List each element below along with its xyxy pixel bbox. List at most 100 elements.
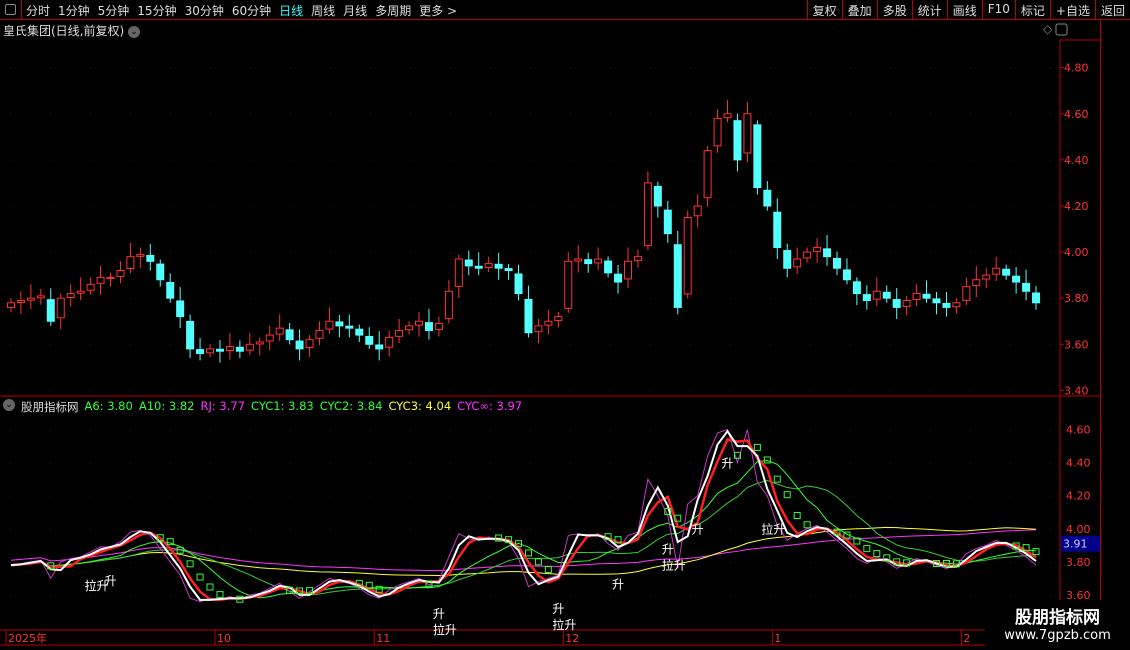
grid-dot [330, 159, 331, 161]
grid-dot [90, 113, 91, 115]
grid-dot [170, 113, 171, 115]
grid-dot [1050, 344, 1051, 346]
grid-dot [330, 390, 331, 392]
grid-dot [850, 205, 851, 207]
grid-dot [410, 159, 411, 161]
grid-dot [250, 67, 251, 69]
grid-dot [650, 594, 651, 596]
grid-dot [650, 344, 651, 346]
candle-body [623, 260, 632, 280]
grid-dot [490, 462, 491, 464]
candle-body [375, 344, 384, 350]
grid-dot [530, 344, 531, 346]
candle-body [255, 341, 264, 345]
grid-dot [170, 159, 171, 161]
grid-dot [330, 67, 331, 69]
grid-dot [610, 67, 611, 69]
grid-dot [690, 495, 691, 497]
grid-dot [170, 495, 171, 497]
grid-dot [730, 344, 731, 346]
grid-dot [770, 67, 771, 69]
grid-dot [850, 252, 851, 254]
candle-body [862, 294, 871, 301]
grid-dot [890, 528, 891, 530]
grid-dot [810, 205, 811, 207]
grid-dot [210, 495, 211, 497]
grid-dot [1050, 67, 1051, 69]
grid-dot [370, 495, 371, 497]
grid-dot [610, 344, 611, 346]
price-tick-label: 4.40 [1064, 154, 1089, 167]
candle-body [673, 244, 682, 308]
candle-body [235, 346, 244, 352]
candle-body [444, 290, 453, 320]
signal-label: 拉升 [433, 622, 457, 637]
grid-dot [250, 252, 251, 254]
grid-dot [10, 462, 11, 464]
grid-dot [250, 528, 251, 530]
grid-dot [530, 390, 531, 392]
grid-dot [250, 298, 251, 300]
grid-dot [610, 252, 611, 254]
candle-body [514, 273, 523, 295]
grid-dot [210, 462, 211, 464]
grid-dot [570, 205, 571, 207]
grid-dot [170, 205, 171, 207]
grid-dot [890, 252, 891, 254]
grid-dot [410, 594, 411, 596]
candle-body [544, 320, 553, 326]
grid-dot [730, 252, 731, 254]
grid-dot [330, 252, 331, 254]
kline-chart[interactable]: ◇3.403.603.804.004.204.404.604.803.603.8… [0, 0, 1100, 650]
candle-body [355, 328, 364, 336]
grid-dot [50, 113, 51, 115]
grid-dot [330, 205, 331, 207]
grid-dot [810, 344, 811, 346]
grid-dot [90, 252, 91, 254]
grid-dot [650, 495, 651, 497]
signal-label: 升 [722, 457, 734, 471]
candle-body [922, 293, 931, 299]
right-panel-edge [1100, 20, 1130, 630]
candle-body [295, 340, 304, 350]
grid-dot [530, 67, 531, 69]
date-label: 10 [217, 632, 231, 645]
grid-dot [530, 594, 531, 596]
grid-dot [290, 429, 291, 431]
candle-body [156, 263, 165, 281]
rj-line [10, 428, 1037, 603]
grid-dot [330, 344, 331, 346]
grid-dot [50, 205, 51, 207]
signal-box [186, 560, 194, 568]
price-tick-label: 4.80 [1064, 62, 1089, 75]
grid-dot [370, 298, 371, 300]
grid-dot [850, 298, 851, 300]
grid-dot [370, 429, 371, 431]
candle-body [215, 348, 224, 352]
grid-dot [1010, 252, 1011, 254]
candle-body [574, 258, 583, 262]
grid-dot [1050, 495, 1051, 497]
grid-dot [930, 159, 931, 161]
grid-dot [650, 429, 651, 431]
grid-dot [370, 159, 371, 161]
tool-button[interactable]: 返回 [1094, 0, 1130, 20]
signal-box [216, 591, 224, 599]
grid-dot [650, 298, 651, 300]
grid-dot [50, 528, 51, 530]
candle-body [36, 295, 45, 299]
chevron-down-icon[interactable]: ⌄ [3, 399, 15, 411]
candle-body [1002, 268, 1011, 276]
grid-dot [690, 67, 691, 69]
grid-dot [730, 159, 731, 161]
grid-dot [490, 495, 491, 497]
grid-dot [210, 298, 211, 300]
grid-dot [810, 495, 811, 497]
indicator-value: A6: 3.80 [84, 399, 133, 413]
grid-dot [570, 344, 571, 346]
grid-dot [770, 344, 771, 346]
candle-body [643, 182, 652, 247]
indicator-name: 股朋指标网 [21, 400, 79, 414]
grid-dot [210, 252, 211, 254]
grid-dot [450, 205, 451, 207]
